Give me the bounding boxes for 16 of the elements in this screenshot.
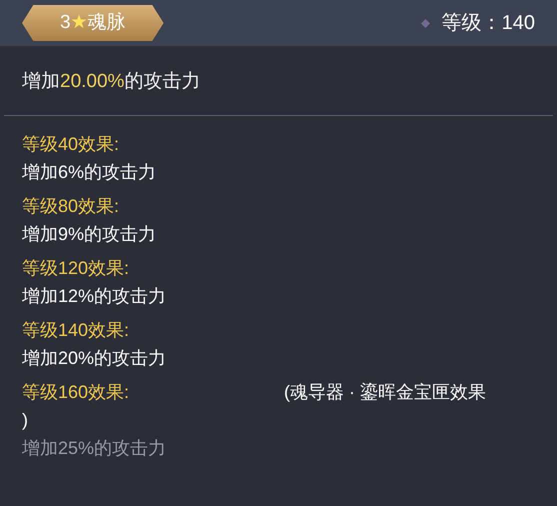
effect-description: 增加12%的攻击力: [22, 286, 166, 306]
effect-title: 等级120效果:: [22, 256, 130, 280]
diamond-icon: [420, 18, 430, 28]
effect-description: 增加20%的攻击力: [22, 348, 166, 368]
effect-description: 增加6%的攻击力: [22, 162, 156, 182]
effect-title: 等级40效果:: [22, 132, 120, 156]
rank-badge: 3★魂脉: [22, 5, 164, 41]
level-text: 等级：140: [442, 11, 535, 36]
effect-note: (魂导器 · 鎏晖金宝匣效果: [284, 380, 486, 404]
effect-title: 等级160效果:: [22, 380, 130, 404]
effect-description: 增加25%的攻击力: [22, 438, 166, 458]
effect-title: 等级140效果:: [22, 318, 130, 342]
effect-description: 增加9%的攻击力: [22, 224, 156, 244]
summary-text: 增加20.00%的攻击力: [22, 71, 200, 92]
effect-note-end: ): [22, 410, 28, 430]
effect-title: 等级80效果:: [22, 194, 120, 218]
